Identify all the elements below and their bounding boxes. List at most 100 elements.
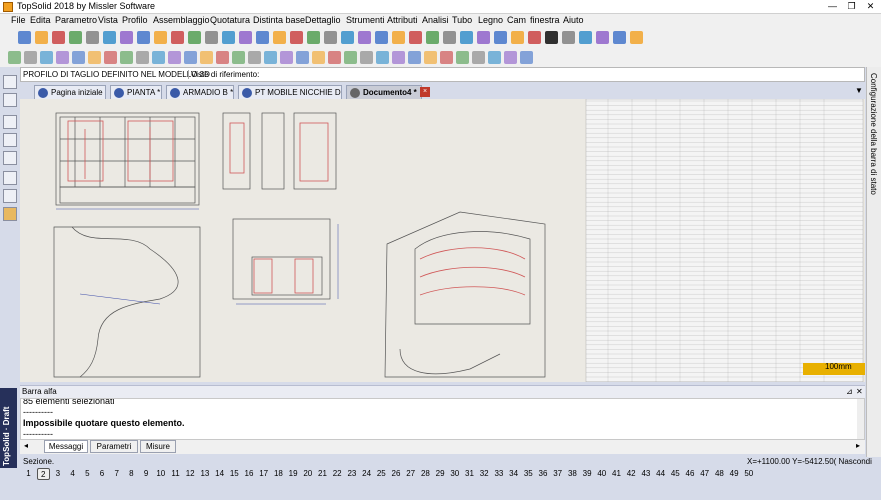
toolbar-icon[interactable] bbox=[216, 51, 229, 64]
toolbar-icon[interactable] bbox=[8, 51, 21, 64]
page-34-button[interactable]: 34 bbox=[507, 468, 520, 480]
toolbar-icon[interactable] bbox=[222, 31, 235, 44]
toolbar-icon[interactable] bbox=[88, 51, 101, 64]
toolbar-icon[interactable] bbox=[188, 31, 201, 44]
toolbar-icon[interactable] bbox=[358, 31, 371, 44]
page-45-button[interactable]: 45 bbox=[669, 468, 682, 480]
page-3-button[interactable]: 3 bbox=[51, 468, 64, 480]
page-24-button[interactable]: 24 bbox=[360, 468, 373, 480]
page-1-button[interactable]: 1 bbox=[22, 468, 35, 480]
status-config-panel[interactable]: Configurazione della barra di stato bbox=[866, 67, 881, 475]
toolbar-icon[interactable] bbox=[40, 51, 53, 64]
maximize-button[interactable]: ❐ bbox=[843, 0, 860, 13]
message-scrollbar[interactable] bbox=[857, 399, 864, 439]
menu-distinta-base[interactable]: Distinta base bbox=[253, 15, 305, 25]
toolbar-icon[interactable] bbox=[137, 31, 150, 44]
menu-strumenti[interactable]: Strumenti bbox=[346, 15, 385, 25]
toolbar-icon[interactable] bbox=[264, 51, 277, 64]
page-17-button[interactable]: 17 bbox=[257, 468, 270, 480]
toolbar-icon[interactable] bbox=[511, 31, 524, 44]
page-20-button[interactable]: 20 bbox=[301, 468, 314, 480]
toolbar-icon[interactable] bbox=[440, 51, 453, 64]
toolbar-icon[interactable] bbox=[562, 31, 575, 44]
toolbar-icon[interactable] bbox=[409, 31, 422, 44]
page-22-button[interactable]: 22 bbox=[331, 468, 344, 480]
tab-parametri[interactable]: Parametri bbox=[90, 440, 138, 453]
minimize-button[interactable]: — bbox=[824, 0, 841, 13]
toolbar-icon[interactable] bbox=[375, 31, 388, 44]
toolbar-icon[interactable] bbox=[152, 51, 165, 64]
toolbar-icon[interactable] bbox=[120, 31, 133, 44]
page-25-button[interactable]: 25 bbox=[375, 468, 388, 480]
toolbar-icon[interactable] bbox=[103, 31, 116, 44]
page-15-button[interactable]: 15 bbox=[228, 468, 241, 480]
close-button[interactable]: ✕ bbox=[862, 0, 879, 13]
toolbar-icon[interactable] bbox=[248, 51, 261, 64]
toolbar-icon[interactable] bbox=[18, 31, 31, 44]
toolbar-icon[interactable] bbox=[296, 51, 309, 64]
menu-aiuto[interactable]: Aiuto bbox=[563, 15, 584, 25]
toolbar-icon[interactable] bbox=[290, 31, 303, 44]
toolbar-icon[interactable] bbox=[232, 51, 245, 64]
page-43-button[interactable]: 43 bbox=[639, 468, 652, 480]
menu-assemblaggio[interactable]: Assemblaggio bbox=[153, 15, 210, 25]
page-9-button[interactable]: 9 bbox=[140, 468, 153, 480]
toolbar-icon[interactable] bbox=[426, 31, 439, 44]
page-16-button[interactable]: 16 bbox=[243, 468, 256, 480]
menu-quotatura[interactable]: Quotatura bbox=[210, 15, 250, 25]
tab-pagina-iniziale[interactable]: Pagina iniziale bbox=[34, 85, 106, 99]
page-10-button[interactable]: 10 bbox=[154, 468, 167, 480]
menu-vista[interactable]: Vista bbox=[98, 15, 118, 25]
toolbar-icon[interactable] bbox=[376, 51, 389, 64]
page-5-button[interactable]: 5 bbox=[81, 468, 94, 480]
toolbar-icon[interactable] bbox=[545, 31, 558, 44]
tab-pianta[interactable]: PIANTA * bbox=[110, 85, 162, 99]
page-12-button[interactable]: 12 bbox=[184, 468, 197, 480]
toolbar-icon[interactable] bbox=[256, 31, 269, 44]
tab-armadio-b[interactable]: ARMADIO B * bbox=[166, 85, 234, 99]
toolbar-icon[interactable] bbox=[56, 51, 69, 64]
toolbar-icon[interactable] bbox=[392, 31, 405, 44]
toolbar-icon[interactable] bbox=[239, 31, 252, 44]
toolbar-icon[interactable] bbox=[360, 51, 373, 64]
page-19-button[interactable]: 19 bbox=[287, 468, 300, 480]
page-11-button[interactable]: 11 bbox=[169, 468, 182, 480]
page-38-button[interactable]: 38 bbox=[566, 468, 579, 480]
close-tab-icon[interactable]: × bbox=[420, 87, 430, 97]
toolbar-icon[interactable] bbox=[488, 51, 501, 64]
page-47-button[interactable]: 47 bbox=[698, 468, 711, 480]
toolbar-icon[interactable] bbox=[104, 51, 117, 64]
page-42-button[interactable]: 42 bbox=[625, 468, 638, 480]
toolbar-icon[interactable] bbox=[168, 51, 181, 64]
page-2-button[interactable]: 2 bbox=[36, 468, 50, 480]
text-tool-icon[interactable] bbox=[3, 151, 17, 165]
page-32-button[interactable]: 32 bbox=[478, 468, 491, 480]
page-48-button[interactable]: 48 bbox=[713, 468, 726, 480]
layers-tool-icon[interactable] bbox=[3, 189, 17, 203]
page-28-button[interactable]: 28 bbox=[419, 468, 432, 480]
menu-analisi[interactable]: Analisi bbox=[422, 15, 449, 25]
tab-misure[interactable]: Misure bbox=[140, 440, 176, 453]
page-46-button[interactable]: 46 bbox=[684, 468, 697, 480]
toolbar-icon[interactable] bbox=[341, 31, 354, 44]
page-6-button[interactable]: 6 bbox=[96, 468, 109, 480]
toolbar-icon[interactable] bbox=[52, 31, 65, 44]
dimension-tool-icon[interactable] bbox=[3, 133, 17, 147]
tab-messaggi[interactable]: Messaggi bbox=[44, 440, 88, 453]
table-tool-icon[interactable] bbox=[3, 171, 17, 185]
page-44-button[interactable]: 44 bbox=[654, 468, 667, 480]
toolbar-icon[interactable] bbox=[392, 51, 405, 64]
toolbar-icon[interactable] bbox=[613, 31, 626, 44]
draw-tool-icon[interactable] bbox=[3, 93, 17, 107]
page-37-button[interactable]: 37 bbox=[551, 468, 564, 480]
menu-legno[interactable]: Legno bbox=[478, 15, 503, 25]
menu-attributi[interactable]: Attributi bbox=[387, 15, 418, 25]
toolbar-icon[interactable] bbox=[171, 31, 184, 44]
page-36-button[interactable]: 36 bbox=[537, 468, 550, 480]
menu-tubo[interactable]: Tubo bbox=[452, 15, 472, 25]
menu-profilo[interactable]: Profilo bbox=[122, 15, 148, 25]
toolbar-icon[interactable] bbox=[72, 51, 85, 64]
page-23-button[interactable]: 23 bbox=[345, 468, 358, 480]
page-7-button[interactable]: 7 bbox=[110, 468, 123, 480]
toolbar-icon[interactable] bbox=[408, 51, 421, 64]
